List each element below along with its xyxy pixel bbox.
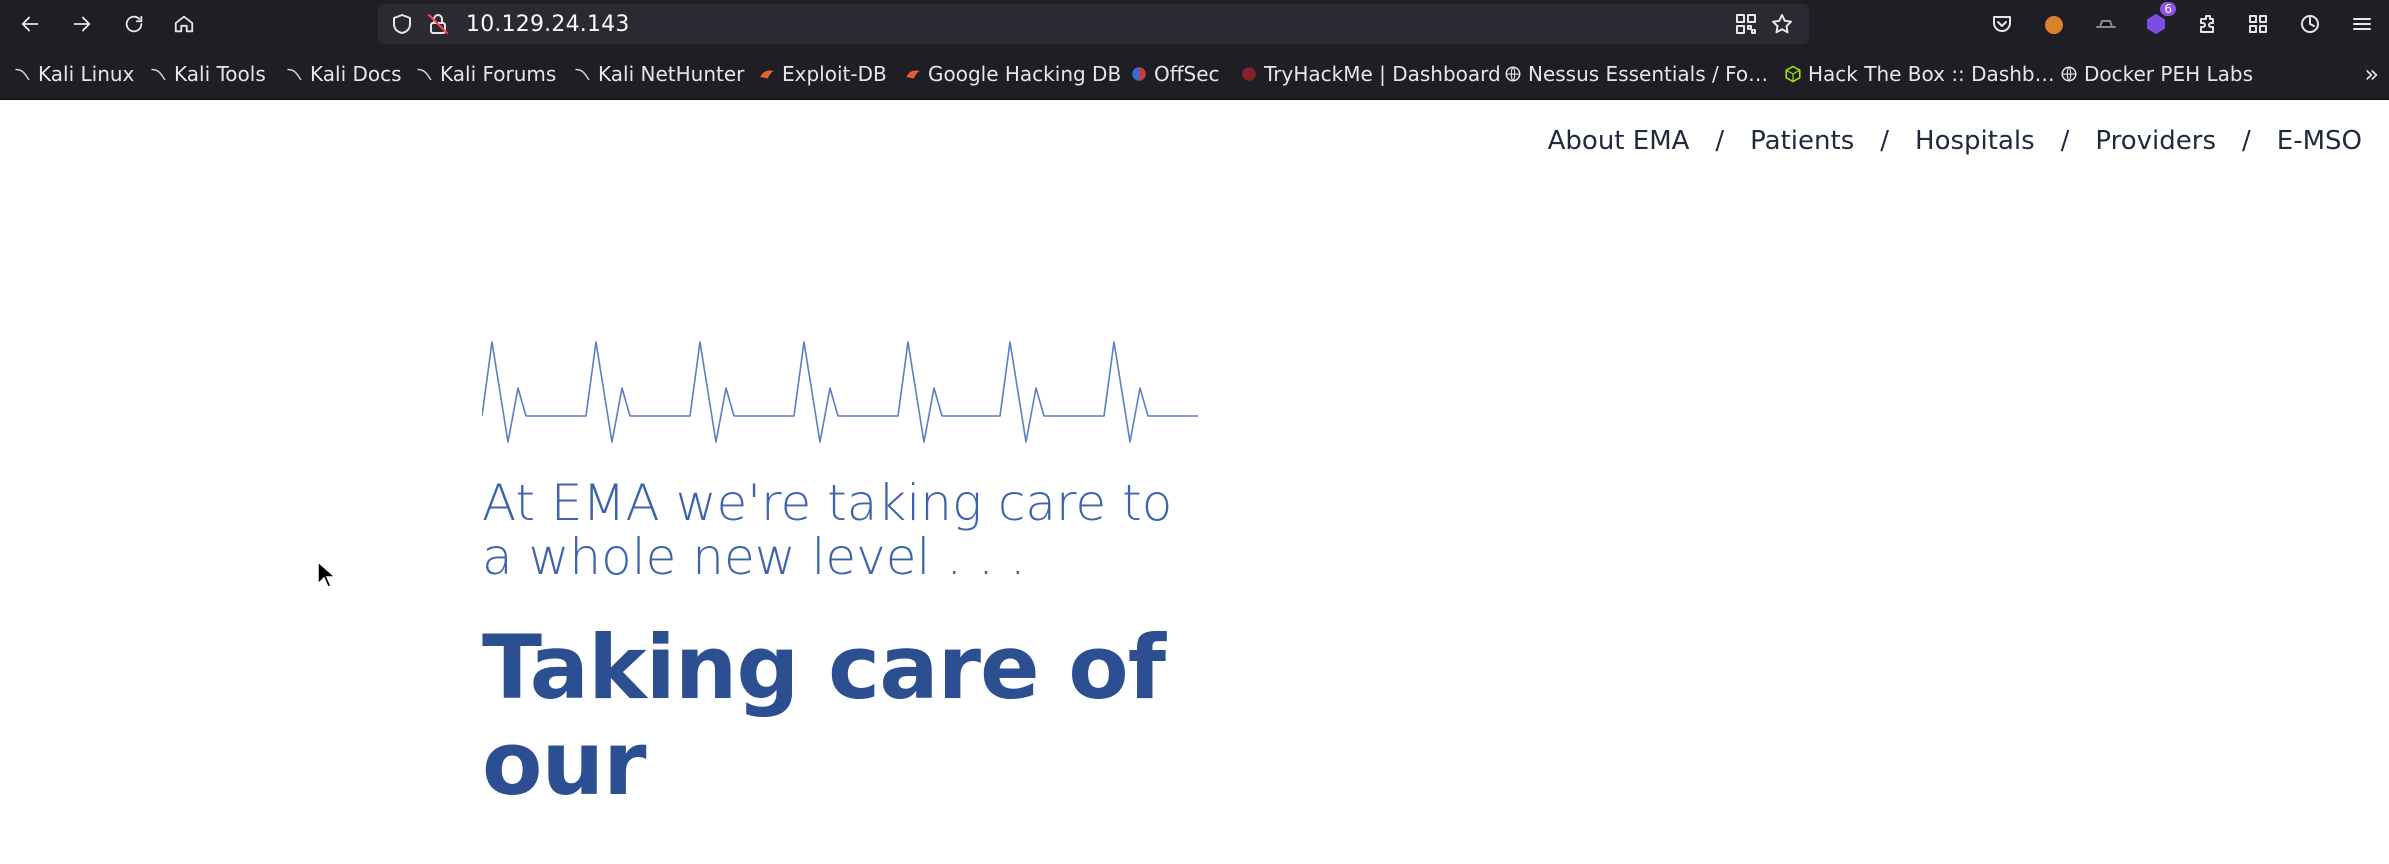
offsec-icon bbox=[1132, 67, 1146, 81]
nav-separator: / bbox=[2242, 126, 2251, 156]
nav-separator: / bbox=[1715, 126, 1725, 156]
apps-grid-icon[interactable] bbox=[2244, 10, 2272, 38]
nav-patients[interactable]: Patients bbox=[1750, 126, 1854, 156]
nav-separator: / bbox=[1880, 126, 1890, 156]
exploit-db-icon bbox=[760, 70, 774, 79]
site-nav: About EMA / Patients / Hospitals / Provi… bbox=[1548, 126, 2362, 156]
bookmark-label: OffSec bbox=[1154, 62, 1220, 86]
bookmark-label: Kali NetHunter bbox=[598, 62, 745, 86]
hero-headline: Taking care of our bbox=[482, 616, 1166, 815]
bookmark-item[interactable]: OffSec bbox=[1130, 60, 1220, 88]
forward-arrow-icon bbox=[73, 16, 91, 32]
bookmark-label: Google Hacking DB bbox=[928, 62, 1122, 86]
globe-icon bbox=[2061, 66, 2077, 82]
bookmark-star-icon[interactable] bbox=[1770, 12, 1794, 36]
bookmark-label: Kali Docs bbox=[310, 62, 402, 86]
qr-code-icon[interactable] bbox=[1734, 12, 1758, 36]
kali-dragon-icon bbox=[287, 68, 302, 81]
insecure-lock-icon[interactable] bbox=[426, 12, 450, 36]
tryhackme-icon bbox=[1242, 67, 1256, 81]
bookmark-label: Kali Forums bbox=[440, 62, 557, 86]
kali-dragon-icon bbox=[151, 68, 166, 81]
hero-tagline: At EMA we're taking care to a whole new … bbox=[482, 474, 1173, 586]
nav-hospitals[interactable]: Hospitals bbox=[1915, 126, 2035, 156]
extension-hat-icon[interactable] bbox=[2092, 10, 2120, 38]
home-icon bbox=[174, 15, 194, 33]
bookmark-label: Nessus Essentials / Fo… bbox=[1528, 62, 1769, 86]
htb-cube-icon bbox=[1785, 65, 1801, 83]
bookmark-item[interactable]: TryHackMe | Dashboard bbox=[1240, 60, 1501, 88]
extensions-puzzle-icon[interactable] bbox=[2194, 10, 2222, 38]
bookmark-label: Kali Linux bbox=[38, 62, 135, 86]
bookmark-item[interactable]: Kali NetHunter bbox=[574, 60, 744, 88]
bookmark-item[interactable]: Kali Docs bbox=[286, 60, 402, 88]
bookmark-item[interactable]: Kali Forums bbox=[416, 60, 556, 88]
url-bar[interactable]: 10.129.24.143 bbox=[378, 4, 1809, 44]
bookmarks-overflow-chevron-icon[interactable]: » bbox=[2364, 60, 2379, 88]
extension-purple-icon[interactable]: 6 bbox=[2142, 2, 2176, 38]
extension-cookie-icon[interactable] bbox=[2040, 10, 2068, 38]
hamburger-menu-icon[interactable] bbox=[2348, 10, 2376, 38]
home-button[interactable] bbox=[168, 8, 200, 40]
globe-icon bbox=[1505, 66, 1521, 82]
exploit-db-icon bbox=[906, 70, 920, 79]
bookmark-label: Docker PEH Labs bbox=[2084, 62, 2253, 86]
reload-button[interactable] bbox=[118, 8, 150, 40]
bookmark-label: TryHackMe | Dashboard bbox=[1264, 62, 1501, 86]
back-button[interactable] bbox=[14, 8, 46, 40]
extension-badge: 6 bbox=[2160, 2, 2176, 16]
bookmarks-bar: Kali Linux Kali Tools Kali Docs Kali For… bbox=[0, 48, 2389, 100]
pocket-icon[interactable] bbox=[1988, 10, 2016, 38]
bookmark-item[interactable]: Nessus Essentials / Fo… bbox=[1504, 60, 1768, 88]
bookmark-item[interactable]: Google Hacking DB bbox=[904, 60, 1121, 88]
heartbeat-line-icon bbox=[482, 341, 1198, 443]
account-sync-icon[interactable] bbox=[2296, 10, 2324, 38]
nav-providers[interactable]: Providers bbox=[2095, 126, 2216, 156]
bookmark-item[interactable]: Kali Linux bbox=[14, 60, 134, 88]
nav-about-ema[interactable]: About EMA bbox=[1548, 126, 1690, 156]
browser-toolbar: 10.129.24.143 6 bbox=[0, 0, 2389, 48]
bookmark-label: Kali Tools bbox=[174, 62, 266, 86]
mouse-cursor-icon bbox=[317, 560, 336, 588]
kali-dragon-icon bbox=[15, 68, 30, 81]
bookmark-item[interactable]: Kali Tools bbox=[150, 60, 266, 88]
reload-icon bbox=[125, 15, 143, 33]
forward-button[interactable] bbox=[66, 8, 98, 40]
bookmark-item[interactable]: Exploit-DB bbox=[758, 60, 887, 88]
bookmark-item[interactable]: Docker PEH Labs bbox=[2060, 60, 2253, 88]
back-arrow-icon bbox=[21, 16, 39, 32]
nav-separator: / bbox=[2060, 126, 2070, 156]
nav-e-mso[interactable]: E-MSO bbox=[2277, 126, 2362, 156]
bookmark-label: Hack The Box :: Dashb… bbox=[1808, 62, 2055, 86]
bookmark-label: Exploit-DB bbox=[782, 62, 887, 86]
shield-icon[interactable] bbox=[390, 12, 414, 36]
kali-dragon-icon bbox=[417, 68, 432, 81]
bookmark-item[interactable]: Hack The Box :: Dashb… bbox=[1784, 60, 2055, 88]
url-text[interactable]: 10.129.24.143 bbox=[466, 12, 630, 37]
kali-dragon-icon bbox=[575, 68, 590, 81]
